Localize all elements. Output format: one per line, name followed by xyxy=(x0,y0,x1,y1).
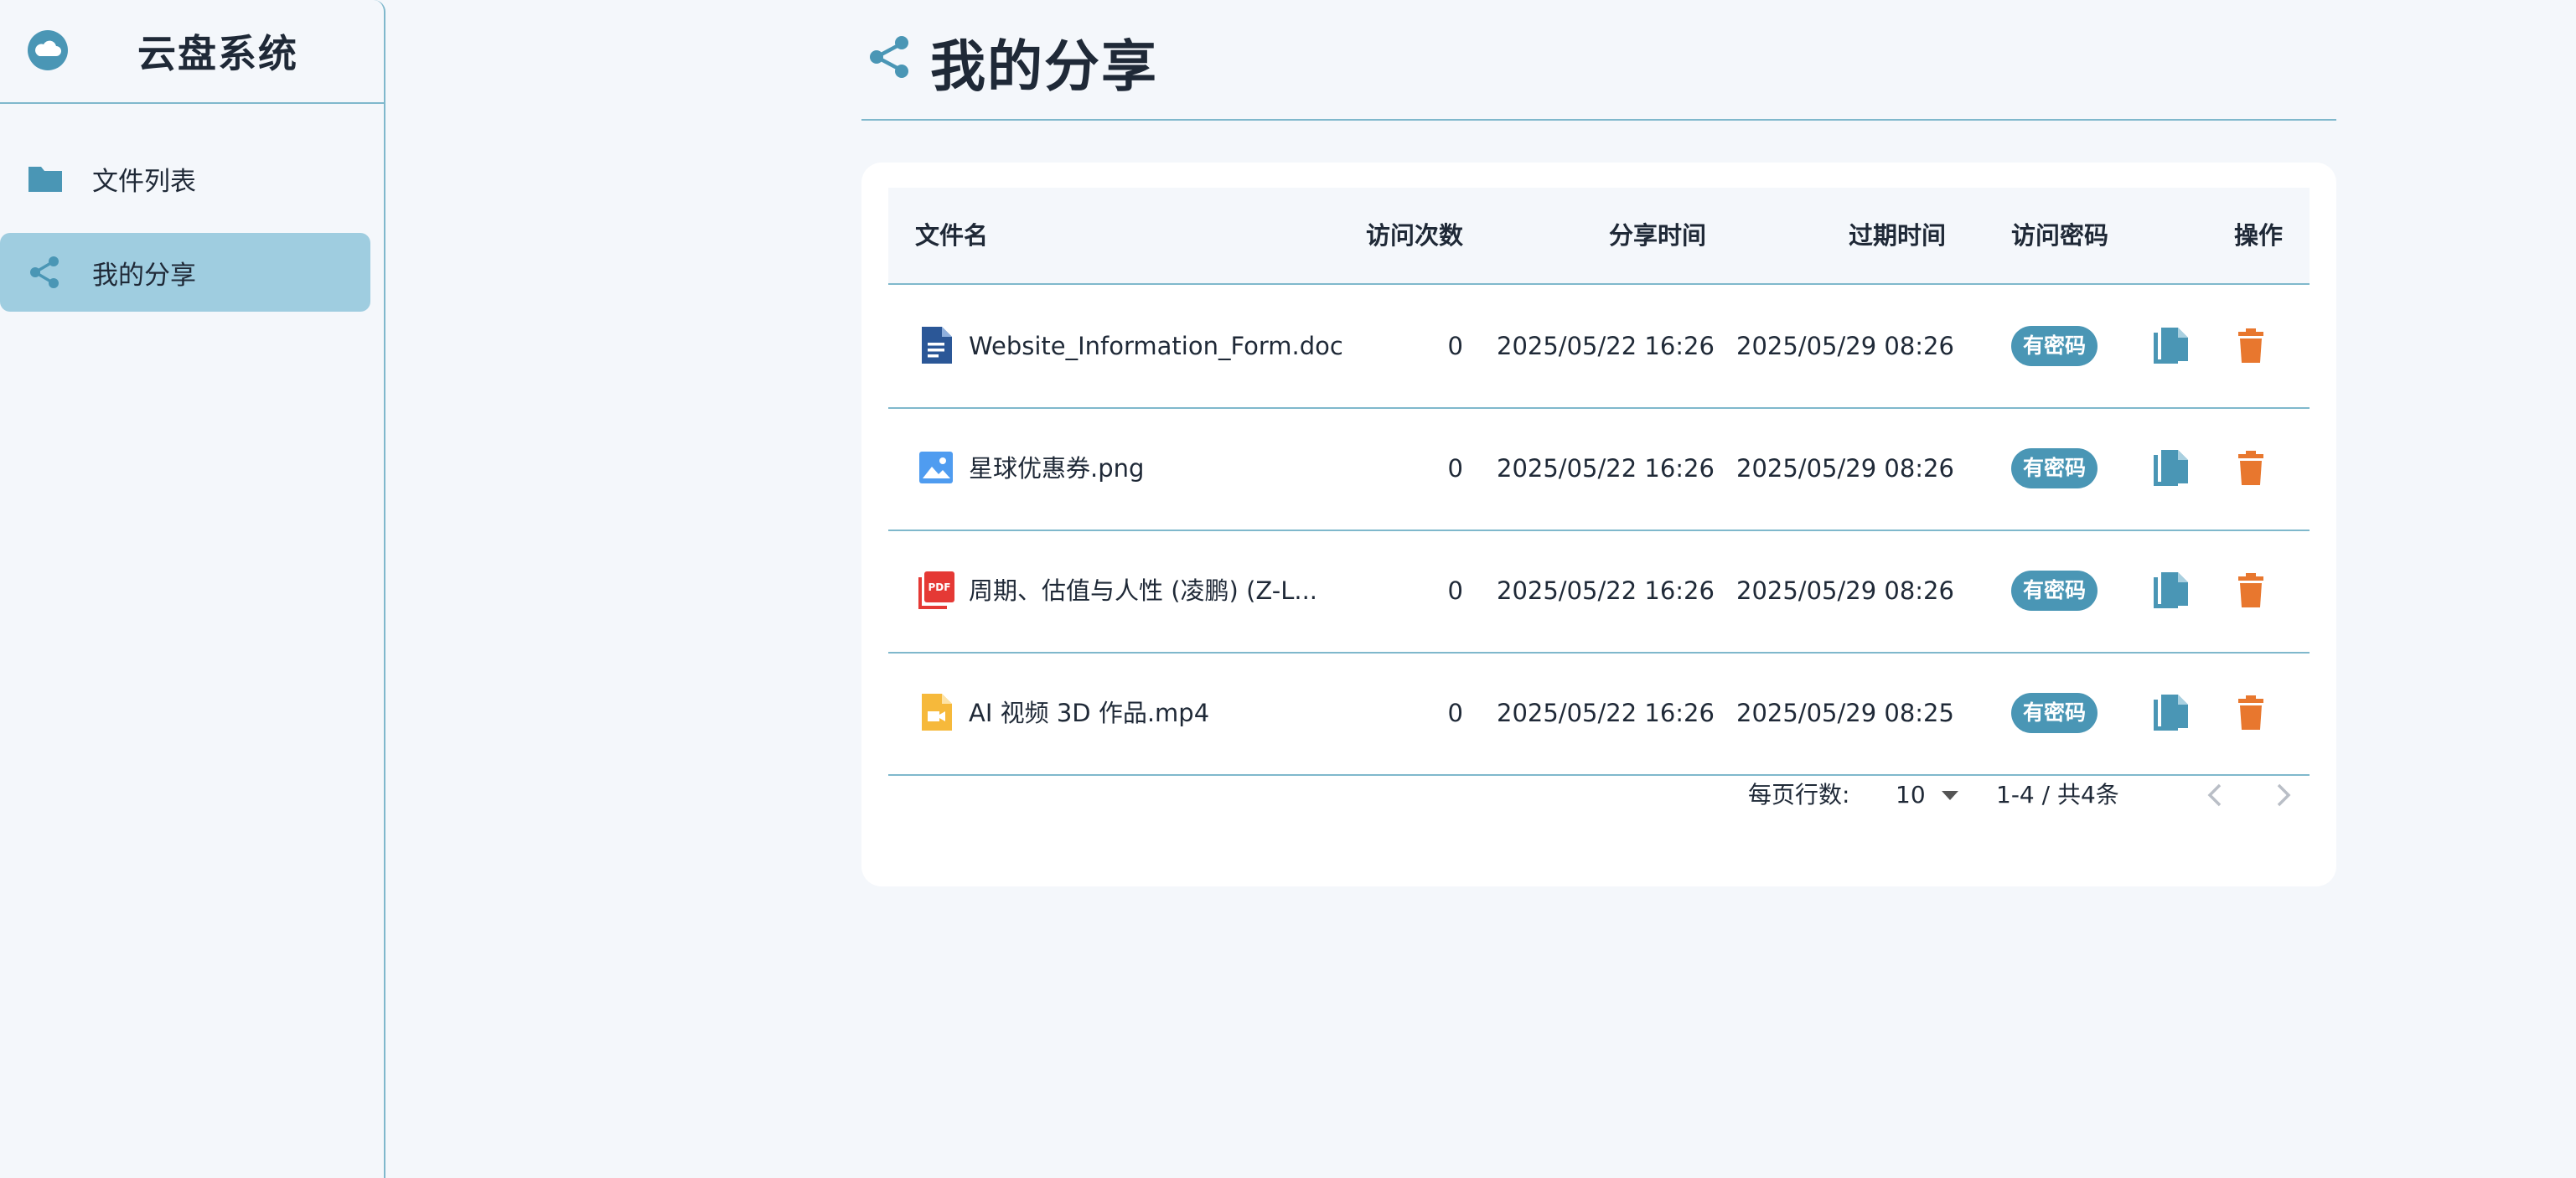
password-badge: 有密码 xyxy=(2011,448,2098,488)
file-name[interactable]: Website_Information_Form.doc xyxy=(969,285,1343,407)
copy-icon[interactable] xyxy=(2149,569,2192,612)
chevron-right-icon[interactable] xyxy=(2266,778,2299,812)
delete-icon[interactable] xyxy=(2229,447,2273,490)
visit-count: 0 xyxy=(1447,454,1463,483)
file-name[interactable]: 周期、估值与人性 (凌鹏) (Z-L... xyxy=(969,530,1317,652)
rows-per-page-label: 每页行数: xyxy=(1748,781,1850,809)
sidebar-item-file-list[interactable]: 文件列表 xyxy=(0,139,370,218)
expire-time: 2025/05/29 08:26 xyxy=(1736,454,1954,483)
visit-count: 0 xyxy=(1447,332,1463,360)
share-time: 2025/05/22 16:26 xyxy=(1497,576,1715,605)
file-name[interactable]: 星球优惠券.png xyxy=(969,407,1144,530)
delete-icon[interactable] xyxy=(2229,324,2273,368)
page-range: 1-4 / 共4条 xyxy=(1996,781,2119,809)
app-title: 云盘系统 xyxy=(137,31,298,76)
share-time: 2025/05/22 16:26 xyxy=(1497,454,1715,483)
page-header: 我的分享 xyxy=(861,18,2336,121)
copy-icon[interactable] xyxy=(2149,447,2192,490)
chevron-left-icon[interactable] xyxy=(2199,778,2232,812)
page-title: 我的分享 xyxy=(930,34,1158,99)
share-time: 2025/05/22 16:26 xyxy=(1497,699,1715,727)
table-row[interactable]: PDF 周期、估值与人性 (凌鹏) (Z-L... 0 2025/05/22 1… xyxy=(888,530,2310,654)
rows-per-page-select[interactable]: 10 xyxy=(1896,766,1926,824)
cloud-icon xyxy=(28,30,68,70)
folder-icon xyxy=(28,167,62,192)
delete-icon[interactable] xyxy=(2229,691,2273,735)
sidebar-item-label: 我的分享 xyxy=(92,260,196,291)
delete-icon[interactable] xyxy=(2229,569,2273,612)
sidebar-item-my-shares[interactable]: 我的分享 xyxy=(0,233,370,312)
column-header-filename[interactable]: 文件名 xyxy=(915,188,988,283)
image-file-icon xyxy=(919,452,953,483)
file-name[interactable]: AI 视频 3D 作品.mp4 xyxy=(969,652,1209,774)
share-icon xyxy=(870,36,908,78)
shares-card: 文件名 访问次数 分享时间 过期时间 访问密码 操作 Website_Infor… xyxy=(861,163,2336,886)
visit-count: 0 xyxy=(1447,576,1463,605)
password-badge: 有密码 xyxy=(2011,571,2098,611)
brand-header: 云盘系统 xyxy=(0,0,384,104)
table-row[interactable]: AI 视频 3D 作品.mp4 0 2025/05/22 16:26 2025/… xyxy=(888,652,2310,776)
expire-time: 2025/05/29 08:26 xyxy=(1736,576,1954,605)
column-header-expire-time[interactable]: 过期时间 xyxy=(1787,188,1946,283)
pagination: 每页行数: 10 1-4 / 共4条 xyxy=(888,766,2310,824)
sidebar-item-label: 文件列表 xyxy=(92,166,196,197)
share-icon xyxy=(30,256,59,288)
column-header-visits[interactable]: 访问次数 xyxy=(1337,188,1463,283)
sidebar: 云盘系统 文件列表 我的分享 xyxy=(0,0,385,1178)
table-header: 文件名 访问次数 分享时间 过期时间 访问密码 操作 xyxy=(888,188,2310,285)
copy-icon[interactable] xyxy=(2149,691,2192,735)
column-header-password: 访问密码 xyxy=(2011,221,2109,250)
table-row[interactable]: Website_Information_Form.doc 0 2025/05/2… xyxy=(888,285,2310,409)
copy-icon[interactable] xyxy=(2149,324,2192,368)
doc-file-icon xyxy=(922,327,952,364)
table-row[interactable]: 星球优惠券.png 0 2025/05/22 16:26 2025/05/29 … xyxy=(888,407,2310,531)
expire-time: 2025/05/29 08:26 xyxy=(1736,332,1954,360)
svg-text:PDF: PDF xyxy=(928,581,951,593)
password-badge: 有密码 xyxy=(2011,326,2098,366)
password-badge: 有密码 xyxy=(2011,693,2098,733)
share-time: 2025/05/22 16:26 xyxy=(1497,332,1715,360)
expire-time: 2025/05/29 08:25 xyxy=(1736,699,1954,727)
column-header-actions: 操作 xyxy=(2233,221,2283,250)
visit-count: 0 xyxy=(1447,699,1463,727)
column-header-share-time[interactable]: 分享时间 xyxy=(1547,188,1706,283)
chevron-down-icon[interactable] xyxy=(1941,789,1959,801)
video-file-icon xyxy=(922,694,952,731)
pdf-file-icon: PDF xyxy=(918,571,954,609)
